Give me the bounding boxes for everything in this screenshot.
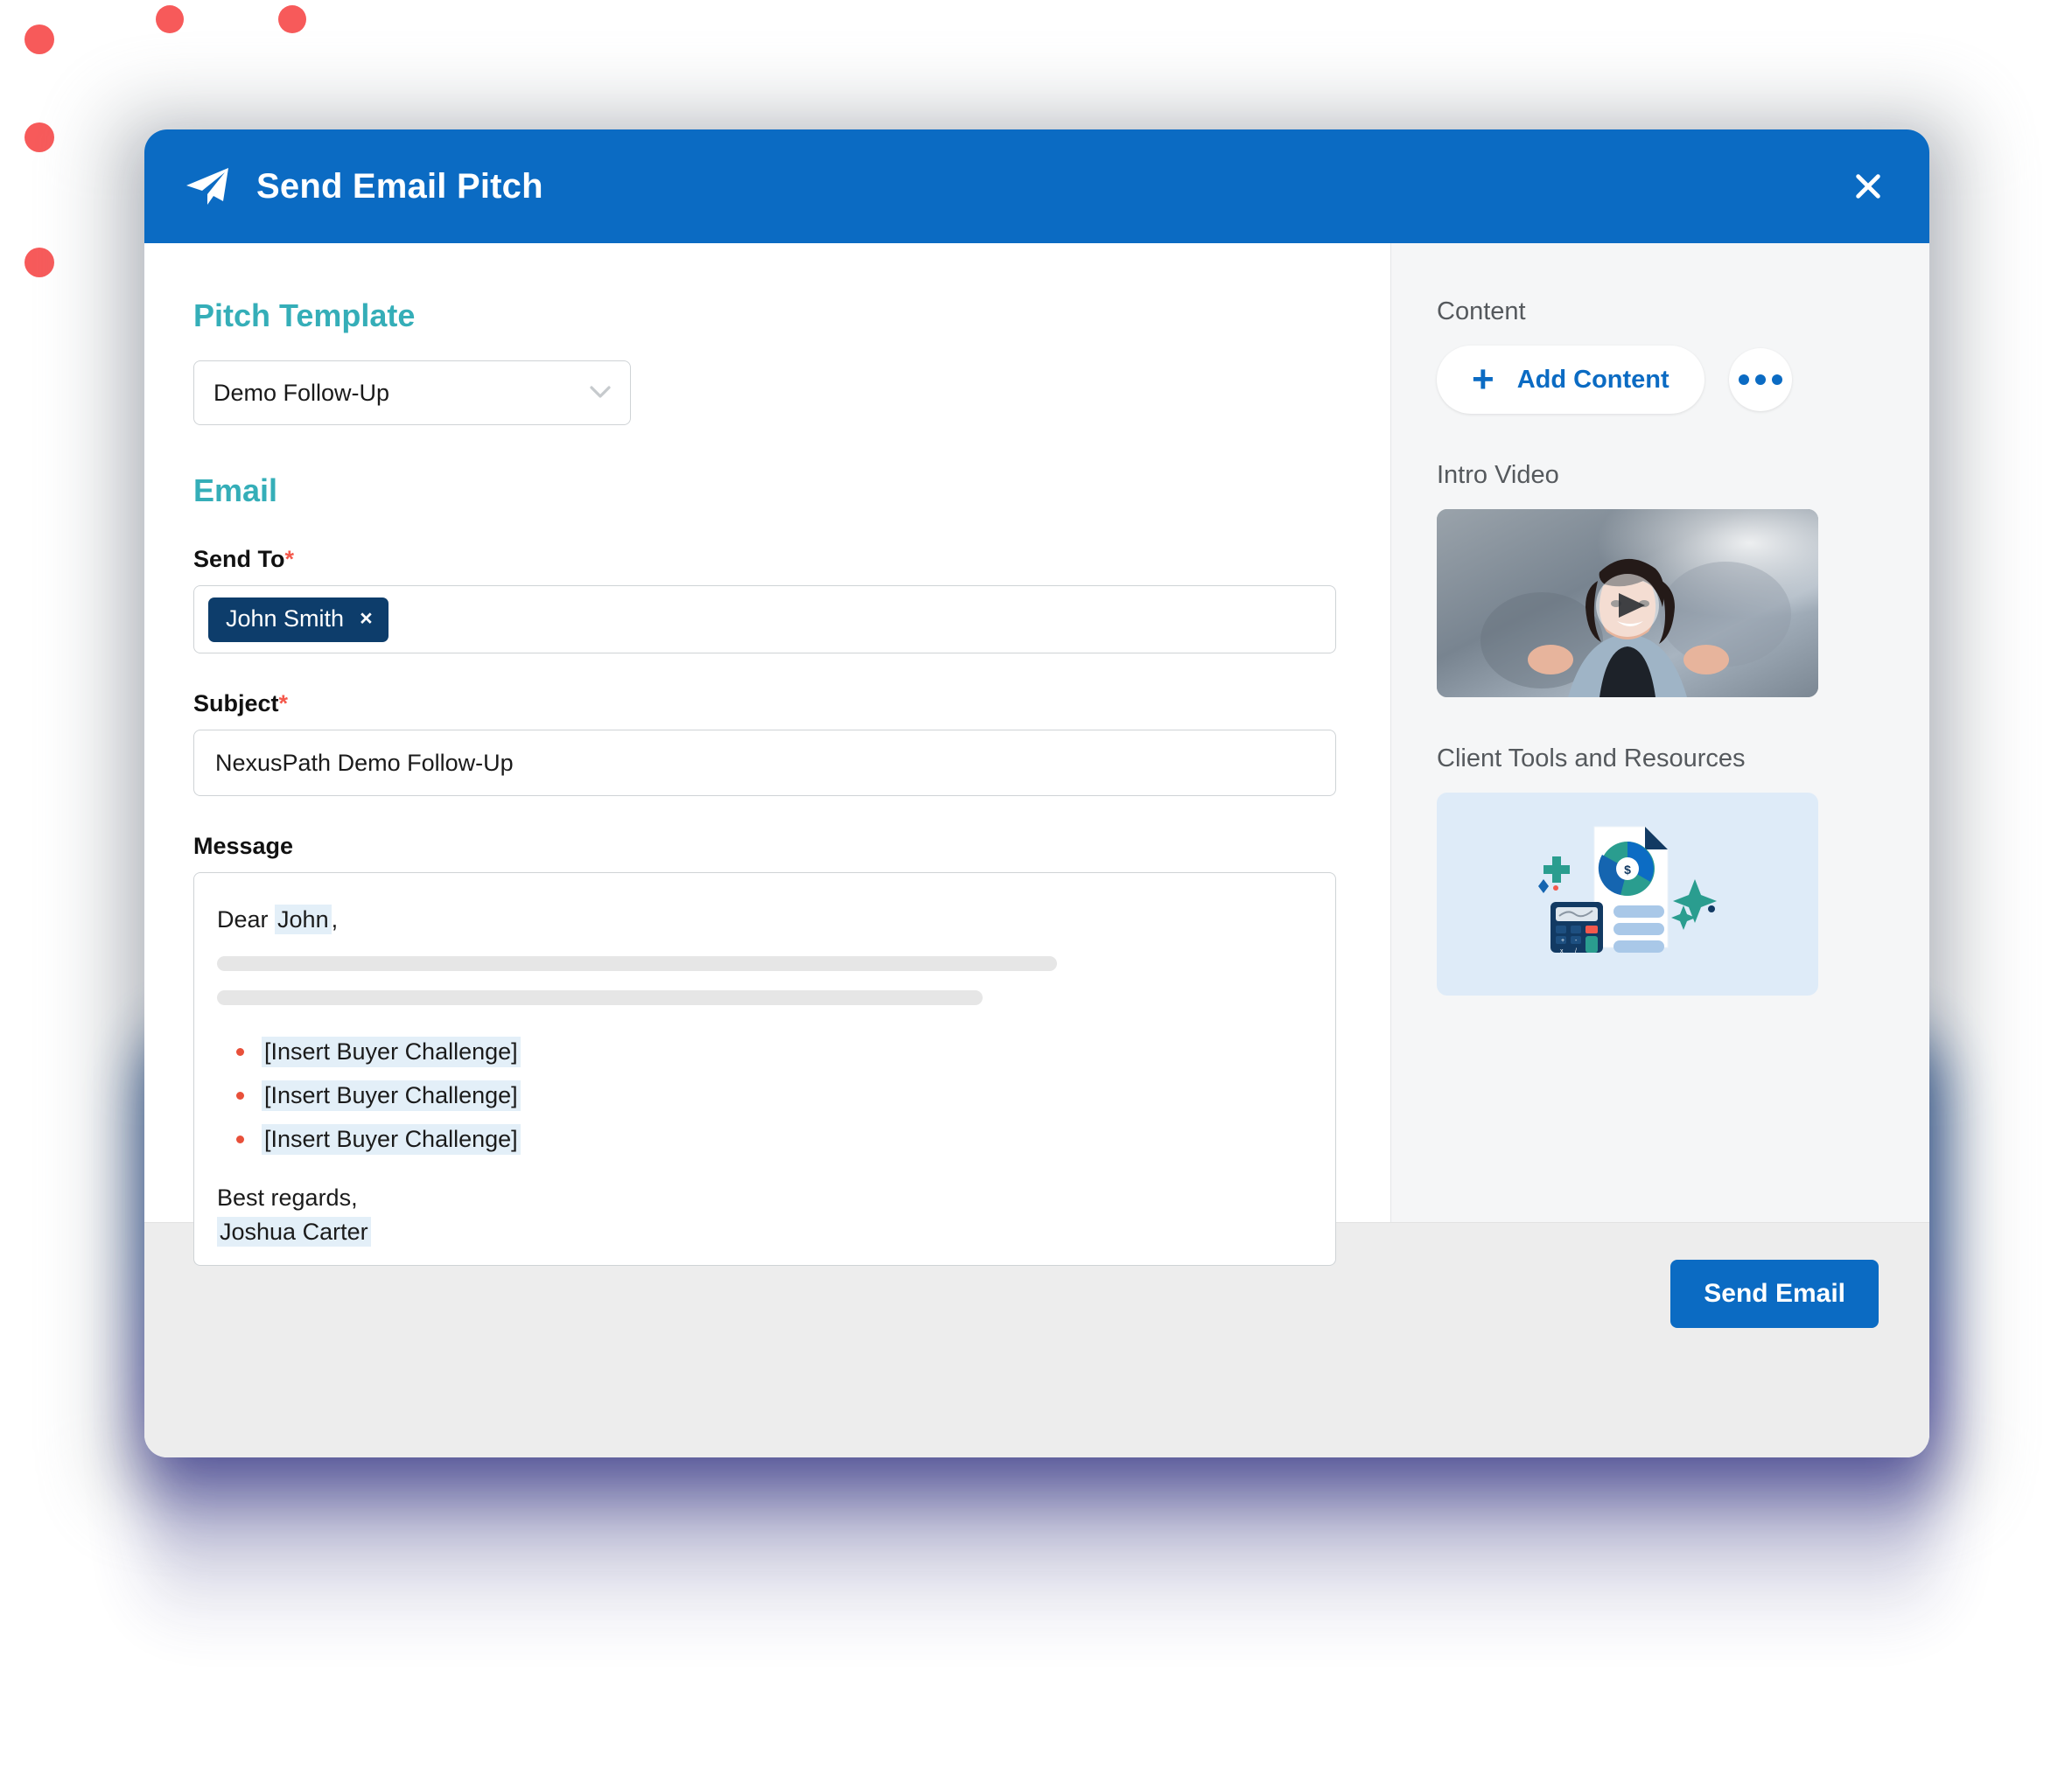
greeting-suffix: , [331,906,339,933]
bullet-dot-icon [236,1136,244,1143]
closing-text: Best regards, [217,1185,358,1211]
ellipsis-icon [1754,374,1766,385]
add-content-button[interactable]: + Add Content [1437,346,1704,414]
intro-video-block: Intro Video [1437,461,1880,697]
pitch-template-select[interactable]: Demo Follow-Up [193,360,631,425]
message-label: Message [193,833,294,859]
list-item: [Insert Buyer Challenge] [217,1037,1312,1067]
client-tools-label: Client Tools and Resources [1437,744,1746,772]
send-email-button[interactable]: Send Email [1670,1260,1879,1328]
send-to-label-text: Send To [193,546,285,572]
add-content-label: Add Content [1516,365,1670,394]
required-asterisk: * [278,690,289,716]
recipient-token[interactable]: John Smith × [208,597,388,642]
message-bullet-list: [Insert Buyer Challenge] [Insert Buyer C… [217,1037,1312,1155]
bullet-text: [Insert Buyer Challenge] [262,1080,521,1111]
content-label: Content [1437,297,1526,325]
placeholder-bar [217,990,983,1005]
intro-video-label: Intro Video [1437,461,1559,489]
more-options-button[interactable] [1728,348,1792,411]
recipient-name: John Smith [226,604,345,632]
decor-dot [24,24,54,54]
close-icon [1856,174,1880,199]
svg-text:/: / [1575,948,1577,954]
bullet-text: [Insert Buyer Challenge] [262,1124,521,1155]
email-heading: Email [193,472,278,508]
decor-dot [278,5,306,33]
svg-text:+: + [1561,938,1564,944]
message-greeting: Dear John, [217,905,1312,934]
client-tools-block: Client Tools and Resources $ + - x / [1437,744,1880,996]
list-item: [Insert Buyer Challenge] [217,1080,1312,1111]
svg-text:x: x [1560,948,1564,954]
plus-icon: + [1472,357,1494,401]
pitch-template-value: Demo Follow-Up [214,379,390,406]
send-email-pitch-dialog: Send Email Pitch Pitch Template Demo Fol… [144,129,1929,1457]
bullet-dot-icon [236,1092,244,1100]
dialog-title: Send Email Pitch [256,166,543,206]
signature-line: Joshua Carter [217,1217,1312,1247]
bullet-text: [Insert Buyer Challenge] [262,1037,521,1067]
remove-recipient-icon[interactable]: × [360,607,373,630]
decor-dot [24,122,54,152]
pitch-template-heading: Pitch Template [193,297,416,333]
greeting-prefix: Dear [217,906,276,933]
message-editor[interactable]: Dear John, [Insert Buyer Challenge] [Ins… [193,872,1336,1266]
signature-name: Joshua Carter [217,1217,371,1247]
placeholder-bar [217,956,1057,971]
ellipsis-icon [1771,374,1782,385]
ellipsis-icon [1738,374,1749,385]
pitch-template-select-wrap: Demo Follow-Up [193,360,631,425]
list-item: [Insert Buyer Challenge] [217,1124,1312,1155]
merge-field-name: John [275,905,332,934]
form-panel: Pitch Template Demo Follow-Up Email Send… [144,243,1390,1266]
decor-dot [156,5,184,33]
document-chart-calculator-illustration: $ + - x / [1538,826,1717,954]
content-actions: + Add Content [1437,346,1880,414]
client-tools-card[interactable]: $ + - x / [1437,793,1818,996]
subject-label-text: Subject [193,690,279,716]
recipient-token-list: John Smith × [194,586,1335,653]
send-to-field[interactable]: John Smith × [193,585,1336,653]
paper-plane-icon [186,168,228,205]
send-to-label: Send To* [193,546,1341,573]
subject-input[interactable] [193,730,1336,796]
video-thumbnail-image [1437,509,1818,697]
dialog-body: Pitch Template Demo Follow-Up Email Send… [144,243,1929,1266]
bullet-dot-icon [236,1048,244,1056]
dialog-header: Send Email Pitch [144,129,1929,243]
header-left: Send Email Pitch [185,166,543,206]
intro-video-thumbnail[interactable] [1437,509,1818,697]
content-sidebar: Content + Add Content Intro Video Client… [1390,243,1929,1222]
close-button[interactable] [1844,162,1893,211]
page-stage: Send Email Pitch Pitch Template Demo Fol… [0,0,2072,1782]
message-signature-block: Best regards, Joshua Carter [217,1185,1312,1247]
svg-text:$: $ [1624,863,1631,877]
subject-label: Subject* [193,690,1341,717]
required-asterisk: * [284,546,295,572]
decor-dot [24,248,54,277]
